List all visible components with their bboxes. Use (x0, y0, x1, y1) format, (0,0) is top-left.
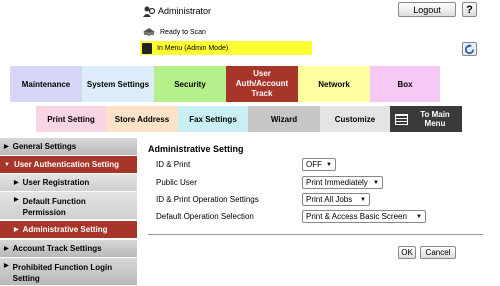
sidebar-item-administrative-setting[interactable]: ▶ Administrative Setting (0, 221, 137, 239)
dropdown-arrow-icon: ▼ (416, 213, 422, 220)
ok-button[interactable]: OK (398, 246, 416, 259)
admin-icon (143, 5, 156, 17)
sidebar-item-label: User Authentication Setting (13, 160, 119, 169)
select-value: Print & Access Basic Screen (306, 212, 407, 221)
sidebar-item-label: Account Track Settings (12, 244, 102, 253)
sidebar-item-user-auth[interactable]: ▼ User Authentication Setting (0, 156, 137, 174)
sidebar-item-label: Administrative Setting (22, 225, 108, 234)
tab-system-settings[interactable]: System Settings (82, 66, 154, 102)
setting-label-default-operation: Default Operation Selection (156, 212, 254, 221)
public-user-select[interactable]: Print Immediately ▼ (302, 176, 383, 189)
divider (148, 234, 483, 235)
sidebar-item-label: Prohibited Function Login Setting (12, 263, 113, 283)
sidebar-item-default-permission[interactable]: ▶ Default Function Permission (0, 192, 137, 220)
page-title: Administrative Setting (148, 144, 244, 154)
dropdown-arrow-icon: ▼ (360, 196, 366, 203)
tab-fax-settings[interactable]: Fax Settings (178, 106, 248, 132)
admin-label: Administrator (158, 6, 212, 16)
default-operation-select[interactable]: Print & Access Basic Screen ▼ (302, 210, 426, 223)
tab-box[interactable]: Box (370, 66, 440, 102)
cancel-button[interactable]: Cancel (420, 246, 456, 259)
tab-customize[interactable]: Customize (320, 106, 390, 132)
mode-bar: In Menu (Admin Mode) (140, 41, 312, 55)
sidebar-item-user-registration[interactable]: ▶ User Registration (0, 174, 137, 192)
to-main-menu-button[interactable]: To Main Menu (390, 106, 462, 132)
sidebar-item-label: User Registration (22, 178, 90, 187)
mode-text: In Menu (Admin Mode) (157, 44, 229, 52)
logout-button[interactable]: Logout (398, 2, 456, 17)
help-button[interactable]: ? (462, 2, 477, 17)
triangle-right-icon: ▶ (4, 246, 9, 252)
select-value: OFF (306, 160, 322, 169)
menu-icon (395, 113, 408, 125)
triangle-right-icon: ▶ (4, 263, 9, 269)
sidebar-item-label: Default Function Permission (22, 197, 86, 217)
lock-icon (142, 42, 152, 54)
triangle-right-icon: ▶ (4, 144, 9, 150)
tab-wizard[interactable]: Wizard (248, 106, 320, 132)
tab-print-setting[interactable]: Print Setting (36, 106, 106, 132)
refresh-icon[interactable] (462, 42, 477, 56)
sidebar-item-account-track[interactable]: ▶ Account Track Settings (0, 240, 137, 258)
printer-icon (142, 27, 156, 37)
tab-user-auth[interactable]: User Auth/Account Track (226, 66, 298, 102)
select-value: Print All Jobs (306, 195, 353, 204)
sidebar-item-prohibited-function[interactable]: ▶ Prohibited Function Login Setting (0, 258, 137, 286)
dropdown-arrow-icon: ▼ (326, 161, 332, 168)
tab-maintenance[interactable]: Maintenance (10, 66, 82, 102)
setting-label-public-user: Public User (156, 178, 197, 187)
id-print-operation-select[interactable]: Print All Jobs ▼ (302, 193, 370, 206)
to-main-menu-label: To Main Menu (420, 110, 450, 128)
tab-security[interactable]: Security (154, 66, 226, 102)
sidebar-item-general-settings[interactable]: ▶ General Settings (0, 138, 137, 156)
triangle-right-icon: ▶ (14, 227, 19, 233)
triangle-right-icon: ▶ (14, 197, 19, 203)
dropdown-arrow-icon: ▼ (373, 179, 379, 186)
tab-network[interactable]: Network (298, 66, 370, 102)
tab-store-address[interactable]: Store Address (106, 106, 178, 132)
id-print-select[interactable]: OFF ▼ (302, 158, 336, 171)
setting-label-id-print: ID & Print (156, 160, 191, 169)
setting-label-id-print-operation: ID & Print Operation Settings (156, 195, 259, 204)
triangle-right-icon: ▶ (14, 180, 19, 186)
triangle-down-icon: ▼ (4, 161, 10, 168)
sidebar-item-label: General Settings (12, 142, 77, 151)
select-value: Print Immediately (306, 178, 368, 187)
status-text: Ready to Scan (160, 28, 206, 36)
